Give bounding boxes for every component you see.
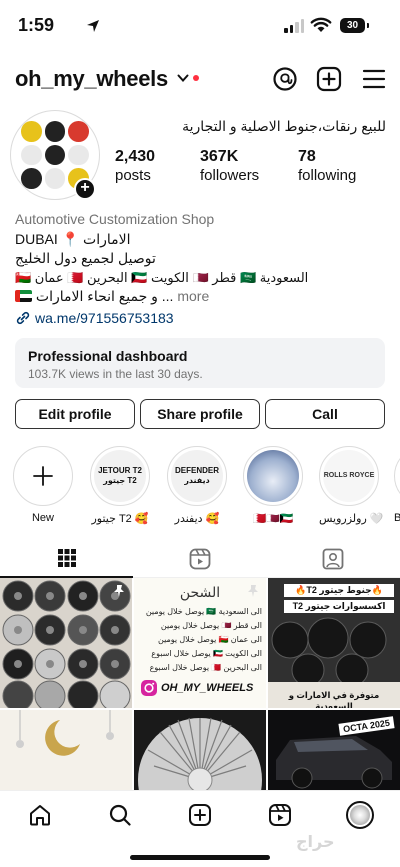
more-link[interactable]: more [177, 288, 209, 304]
profile-header: oh_my_wheels [0, 60, 400, 100]
status-bar: 1:59 30 [0, 0, 400, 52]
post-tile[interactable]: الشحن الى السعودية 🇸🇦 يوصل خلال يومين ال… [134, 578, 266, 708]
post-jetour-subtitle: اكسسوارات جيتور T2 [284, 600, 394, 613]
post-tile[interactable]: OCTA 2025 [268, 710, 400, 790]
crescent-decoration-image [0, 710, 132, 790]
bio-line-3: السعودية 🇸🇦 قطر 🇶🇦 الكويت 🇰🇼 البحرين 🇧🇭 … [15, 270, 309, 285]
profile-category: Automotive Customization Shop [15, 211, 215, 227]
highlight-label: 🇧🇭🇶🇦🇰🇼 [252, 513, 294, 525]
post-jetour-availability: متوفرة في الامارات و السعودية [288, 690, 380, 708]
call-button[interactable]: Call [265, 399, 385, 429]
post-shipping-line: الى قطر 🇶🇦 يوصل خلال يومين [160, 621, 262, 630]
profile-avatar-thumb [350, 805, 370, 825]
highlight-thumb [247, 450, 299, 502]
reels-icon[interactable] [268, 803, 292, 827]
bio-line-4-wrap: و جميع انحاء الامارات ... more [15, 287, 387, 306]
pin-icon [382, 585, 392, 597]
following-count: 78 [298, 148, 316, 165]
profile-tabs [0, 540, 400, 578]
post-shipping-handle: OH_MY_WHEELS [161, 682, 254, 694]
post-tile[interactable] [0, 578, 132, 708]
dashboard-subtitle: 103.7K views in the last 30 days. [28, 367, 203, 381]
post-tile[interactable] [134, 710, 266, 790]
posts-stat[interactable]: 2,430 posts [115, 148, 155, 184]
highlight-thumb: ROLLS ROYCE [323, 450, 375, 502]
highlight-new[interactable]: New [13, 446, 73, 524]
highlight-label: B [394, 512, 400, 524]
share-profile-button[interactable]: Share profile [140, 399, 260, 429]
post-jetour-title: 🔥جنوط جيتور T2🔥 [284, 584, 394, 597]
highlight-gulf[interactable]: 🇧🇭🇶🇦🇰🇼 [243, 446, 303, 525]
create-icon[interactable] [316, 66, 342, 92]
username-switcher[interactable]: oh_my_wheels [15, 66, 168, 92]
wifi-icon [310, 17, 332, 32]
followers-count: 367K [200, 148, 239, 165]
highlight-new-circle [13, 446, 73, 506]
highlight-jetour[interactable]: JETOUR T2 جيتور T2 جيتور T2 🥰 [90, 446, 150, 525]
profile-full-name: للبيع رنقات،جنوط الاصلية و التجارية [182, 118, 386, 134]
instagram-logo-icon [141, 680, 157, 696]
post-tile[interactable]: 🔥جنوط جيتور T2🔥 اكسسوارات جيتور T2 متوفر… [268, 578, 400, 708]
followers-stat[interactable]: 367K followers [200, 148, 259, 184]
chevron-down-icon[interactable] [177, 74, 189, 83]
highlight-label: جيتور T2 🥰 [91, 513, 149, 525]
bio-line-4: و جميع انحاء الامارات ... [35, 288, 178, 304]
home-icon[interactable] [28, 803, 52, 827]
uae-flag-icon [15, 290, 32, 302]
following-label: following [298, 167, 357, 184]
following-stat[interactable]: 78 following [298, 148, 356, 184]
search-icon[interactable] [108, 803, 132, 827]
highlight-label: ديفندر 🥰 [174, 513, 220, 525]
battery-icon: 30 [340, 18, 365, 33]
location-arrow-icon [87, 20, 99, 32]
posts-count: 2,430 [115, 148, 156, 165]
highlight-label: رولزرويس 🤍 [319, 513, 384, 525]
followers-label: followers [200, 167, 260, 184]
add-story-icon[interactable]: + [74, 178, 96, 200]
home-indicator [130, 855, 270, 860]
menu-icon[interactable] [362, 66, 386, 92]
cellular-signal-icon [284, 19, 304, 33]
grid-tab-icon[interactable] [57, 548, 77, 568]
bio-line-2: توصيل لجميع دول الخليج [15, 250, 156, 266]
highlight-partial[interactable]: B [394, 446, 400, 524]
status-time: 1:59 [18, 15, 55, 35]
link-icon [16, 311, 30, 325]
post-shipping-line: الى عمان 🇴🇲 يوصل خلال يومين [157, 635, 262, 644]
highlight-defender[interactable]: DEFENDER ديفندر ديفندر 🥰 [167, 446, 227, 525]
edit-profile-button[interactable]: Edit profile [15, 399, 135, 429]
threads-icon[interactable] [272, 66, 298, 92]
post-shipping-line: الى البحرين 🇧🇭 يوصل خلال اسبوع [149, 663, 262, 672]
watermark: حراج [296, 834, 335, 851]
post-shipping-line: الى السعودية 🇸🇦 يوصل خلال يومين [145, 607, 262, 616]
highlight-thumb: JETOUR T2 جيتور T2 [94, 450, 146, 502]
posts-grid: الشحن الى السعودية 🇸🇦 يوصل خلال يومين ال… [0, 578, 400, 790]
battery-nub [367, 23, 369, 28]
bio-link-text: wa.me/971556753183 [35, 310, 174, 326]
reels-tab-icon[interactable] [189, 548, 211, 570]
tagged-tab-icon[interactable] [322, 548, 344, 570]
professional-dashboard[interactable]: Professional dashboard 103.7K views in t… [15, 338, 385, 388]
highlight-rolls-royce[interactable]: ROLLS ROYCE رولزرويس 🤍 [319, 446, 384, 525]
highlight-thumb: DEFENDER ديفندر [171, 450, 223, 502]
profile-tab-avatar[interactable] [346, 801, 374, 829]
chrome-wheel-image [134, 710, 266, 790]
plus-icon [17, 450, 69, 502]
new-post-icon[interactable] [188, 803, 212, 827]
post-shipping-line: الى الكويت 🇰🇼 يوصل خلال اسبوع [151, 649, 262, 658]
notification-dot [193, 75, 199, 81]
posts-label: posts [115, 167, 151, 184]
bio-line-1: الامارات 📍 DUBAI [15, 231, 131, 247]
highlight-label: New [31, 512, 54, 524]
pin-icon [114, 585, 124, 597]
pin-icon [248, 585, 258, 597]
bio-link[interactable]: wa.me/971556753183 [15, 309, 387, 328]
post-tile[interactable] [0, 710, 132, 790]
dashboard-title: Professional dashboard [28, 348, 188, 364]
